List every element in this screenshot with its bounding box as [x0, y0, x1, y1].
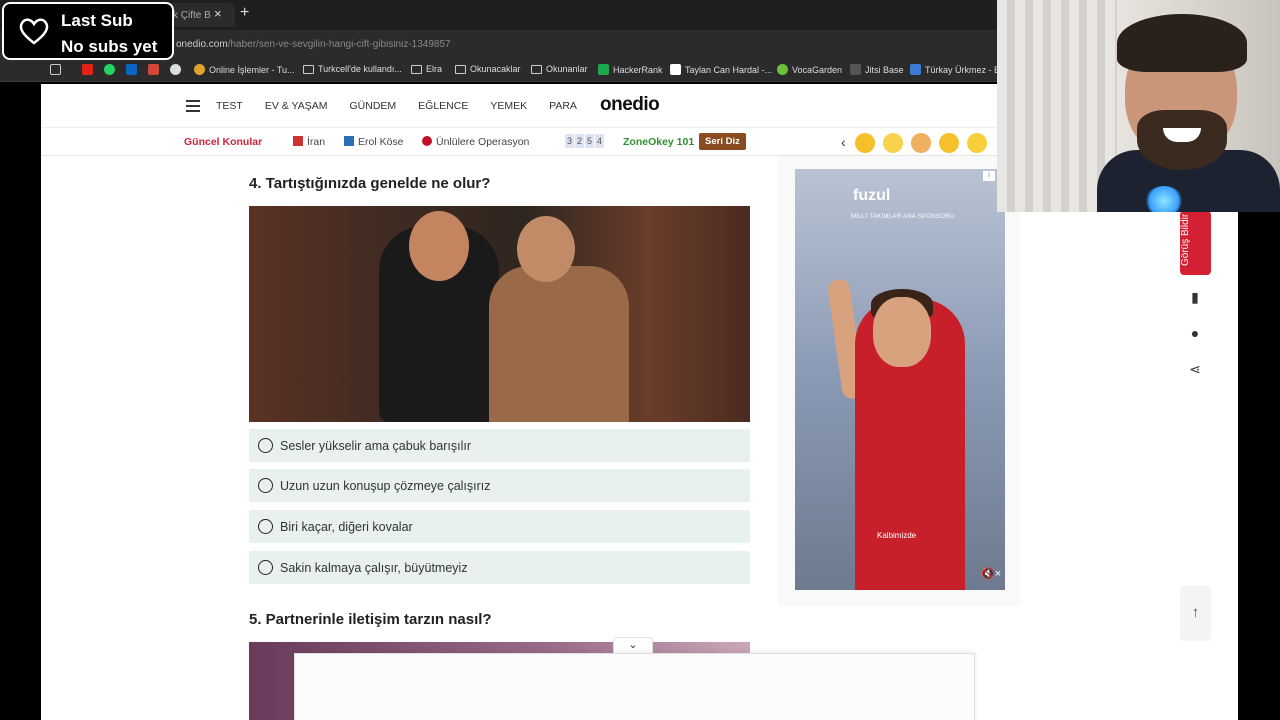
- radio-icon[interactable]: [258, 438, 273, 453]
- share-icon[interactable]: ⋖: [1185, 361, 1205, 381]
- bookmark-hackerrank[interactable]: HackerRank: [598, 64, 663, 75]
- emoji-cool-icon[interactable]: [855, 133, 875, 153]
- tab-close-icon[interactable]: ×: [214, 6, 222, 21]
- emoji-sad-icon[interactable]: [967, 133, 987, 153]
- gmail-icon[interactable]: [148, 64, 159, 75]
- folder-icon: [455, 64, 466, 74]
- heart-icon: [19, 18, 49, 45]
- bookmark-taylan[interactable]: Taylan Can Hardal -...: [670, 64, 772, 75]
- nav-links: TEST EV & YAŞAM GÜNDEM EĞLENCE YEMEK PAR…: [216, 100, 599, 112]
- url-path: /haber/sen-ve-sevgilin-hangi-cift-gibisi…: [227, 39, 451, 50]
- comments-icon[interactable]: ●: [1185, 325, 1205, 345]
- browser-tab-active[interactable]: k Çifte B: [165, 3, 235, 27]
- apps-grid-icon[interactable]: [50, 64, 61, 75]
- webcam-feed: [997, 0, 1280, 212]
- blog-icon: [910, 64, 921, 75]
- bookmark-online-islemler[interactable]: Online İşlemler - Tu...: [194, 64, 295, 75]
- erol-kose-icon: [344, 136, 354, 146]
- left-margin: [0, 84, 41, 720]
- topic-unlulere-operasyon[interactable]: Ünlülere Operasyon: [422, 136, 529, 148]
- answer-option-label: Biri kaçar, diğeri kovalar: [280, 519, 413, 534]
- answer-option-label: Uzun uzun konuşup çözmeye çalışırız: [280, 478, 491, 493]
- folder-icon: [411, 64, 422, 74]
- last-sub-overlay: Last Sub No subs yet: [2, 2, 174, 60]
- nav-link-yemek[interactable]: YEMEK: [490, 100, 527, 112]
- feedback-button[interactable]: Görüş Bildir: [1180, 211, 1211, 275]
- ad-brand: fuzul: [853, 187, 891, 204]
- folder-icon: [303, 64, 314, 74]
- scroll-to-top-button[interactable]: ↑: [1180, 586, 1211, 641]
- radio-icon[interactable]: [258, 478, 273, 493]
- nav-link-para[interactable]: PARA: [549, 100, 577, 112]
- bookmark-jitsi[interactable]: Jitsi Base: [850, 64, 904, 75]
- bookmark-elra[interactable]: Elra: [411, 64, 442, 74]
- hamburger-menu-icon[interactable]: [186, 100, 200, 115]
- url-text[interactable]: onedio.com/haber/sen-ve-sevgilin-hangi-c…: [176, 39, 451, 50]
- topics-label: Güncel Konular: [184, 136, 263, 148]
- topic-erol-kose[interactable]: Erol Köse: [344, 136, 404, 148]
- nav-link-gundem[interactable]: GÜNDEM: [349, 100, 396, 112]
- linkedin-icon[interactable]: [126, 64, 137, 75]
- answer-option-3[interactable]: Biri kaçar, diğeri kovalar: [249, 510, 750, 543]
- bookmark-okunacaklar[interactable]: Okunacaklar: [455, 64, 521, 74]
- bookmark-turkcell[interactable]: Turkcell'de kullandı...: [303, 64, 402, 74]
- reaction-emojis: [855, 133, 987, 153]
- bookmark-icon[interactable]: ▮: [1185, 289, 1205, 309]
- bottom-sticky-ad[interactable]: [294, 653, 975, 720]
- radio-icon[interactable]: [258, 560, 273, 575]
- emoji-heart-icon[interactable]: [911, 133, 931, 153]
- radio-icon[interactable]: [258, 519, 273, 534]
- new-tab-button[interactable]: +: [240, 4, 249, 22]
- whatsapp-icon[interactable]: [104, 64, 115, 75]
- bookmark-turkay[interactable]: Türkay Ürkmez - Ev: [910, 64, 1005, 75]
- overlay-subtitle: No subs yet: [61, 37, 158, 56]
- nav-link-ev-yasam[interactable]: EV & YAŞAM: [265, 100, 328, 112]
- hackerrank-icon: [598, 64, 609, 75]
- answer-option-label: Sakin kalmaya çalışır, büyütmeyiz: [280, 560, 468, 575]
- answer-option-1[interactable]: Sesler yükselir ama çabuk barışılır: [249, 429, 750, 462]
- zoneokey-label[interactable]: ZoneOkey 101: [623, 136, 694, 148]
- chevron-down-icon[interactable]: ⌄: [613, 637, 653, 654]
- leaf-icon: [777, 64, 788, 75]
- bookmark-okunanlar[interactable]: Okunanlar: [531, 64, 588, 74]
- chevron-left-icon[interactable]: ‹: [841, 134, 846, 150]
- answer-option-2[interactable]: Uzun uzun konuşup çözmeye çalışırız: [249, 469, 750, 502]
- mute-icon[interactable]: 🔇×: [981, 567, 1001, 580]
- answer-option-label: Sesler yükselir ama çabuk barışılır: [280, 438, 472, 453]
- question-4-title: 4. Tartıştığınızda genelde ne olur?: [249, 175, 491, 192]
- ad-caption: Kalbimizde: [877, 531, 917, 540]
- ad-subtitle: MİLLİ TAKIMLAR ANA SPONSORU: [851, 214, 955, 220]
- nav-link-test[interactable]: TEST: [216, 100, 243, 112]
- iran-flag-icon: [293, 136, 303, 146]
- sidebar-ad[interactable]: fuzul MİLLİ TAKIMLAR ANA SPONSORU Kalbim…: [795, 169, 1005, 590]
- folder-icon: [531, 64, 542, 74]
- question-4-image: [249, 206, 750, 422]
- right-margin: [1238, 212, 1280, 720]
- medium-icon: [670, 64, 681, 75]
- emoji-love-eyes-icon[interactable]: [939, 133, 959, 153]
- globe-icon: [194, 64, 205, 75]
- site-logo[interactable]: onedio: [600, 94, 660, 116]
- emoji-glasses-icon[interactable]: [883, 133, 903, 153]
- topic-iran[interactable]: İran: [293, 136, 325, 148]
- youtube-icon[interactable]: [82, 64, 93, 75]
- jitsi-icon: [850, 64, 861, 75]
- question-5-title: 5. Partnerinle iletişim tarzın nasıl?: [249, 611, 492, 628]
- chatgpt-icon[interactable]: [170, 64, 181, 75]
- answer-option-4[interactable]: Sakin kalmaya çalışır, büyütmeyiz: [249, 551, 750, 584]
- ad-info-icon[interactable]: i: [983, 171, 995, 181]
- bookmark-vocagarden[interactable]: VocaGarden: [777, 64, 842, 75]
- url-domain: onedio.com: [176, 39, 228, 50]
- zoneokey-tiles[interactable]: 3254: [565, 134, 605, 148]
- seri-diz-button[interactable]: Seri Diz: [699, 133, 746, 150]
- bookmarks-bar: Online İşlemler - Tu... Turkcell'de kull…: [0, 60, 1005, 82]
- red-dot-icon: [422, 136, 432, 146]
- overlay-title: Last Sub: [61, 11, 133, 30]
- nav-link-eglence[interactable]: EĞLENCE: [418, 100, 468, 112]
